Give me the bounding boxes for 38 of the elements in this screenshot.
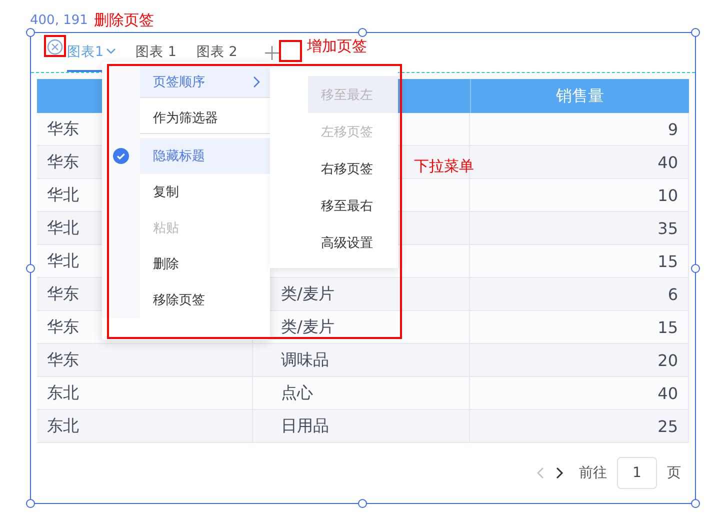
resize-handle[interactable] [358,28,367,37]
table-cell: 点心 [253,377,470,409]
table-cell: 15 [470,245,689,277]
table-cell: 东北 [37,410,253,442]
table-cell: 6 [470,278,689,310]
resize-handle[interactable] [691,499,700,508]
resize-handle[interactable] [691,28,700,37]
resize-handle[interactable] [26,499,35,508]
table-cell: 35 [470,212,689,244]
menu-item[interactable]: 页签顺序 [140,66,270,98]
check-icon [113,148,129,164]
caret-icon [106,48,116,55]
close-icon[interactable] [47,39,63,55]
table-cell: 15 [470,311,689,343]
resize-handle[interactable] [691,264,700,273]
annotation-box [44,35,66,57]
annotation-box [279,40,302,62]
table-cell: 9 [470,113,689,145]
table-cell: 40 [470,377,689,409]
annotation-label: 增加页签 [307,37,367,56]
table-cell: 10 [470,179,689,211]
table-cell: 日用品 [253,410,470,442]
resize-handle[interactable] [26,28,35,37]
table-cell: 20 [470,344,689,376]
table-cell: 华东 [37,344,253,376]
annotation-label: 删除页签 [94,11,154,30]
table-cell: 25 [470,410,689,442]
chevron-right-icon [252,76,260,88]
page-suffix: 页 [667,464,681,482]
goto-label: 前往 [579,464,607,482]
resize-handle[interactable] [358,499,367,508]
page-input[interactable]: 1 [617,457,657,489]
add-tab-button[interactable] [263,44,282,62]
table-cell: 东北 [37,377,253,409]
resize-handle[interactable] [26,264,35,273]
table-cell: 调味品 [253,344,470,376]
coordinate-label: 400, 191 [30,13,88,28]
menu-item[interactable]: 隐藏标题 [140,138,270,174]
